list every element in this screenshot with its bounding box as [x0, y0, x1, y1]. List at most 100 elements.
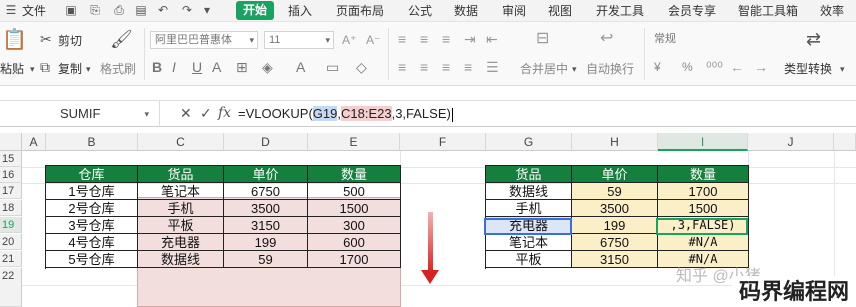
table-cell[interactable]: 5号仓库: [46, 251, 138, 268]
border-icon[interactable]: ⊞: [236, 60, 248, 74]
row-header-17[interactable]: 17: [0, 183, 22, 199]
table-cell[interactable]: 手机: [486, 200, 572, 217]
table-cell[interactable]: 300: [308, 217, 401, 234]
type-convert-button[interactable]: 类型转换: [784, 60, 832, 77]
col-header-c[interactable]: C: [138, 133, 224, 151]
col-header-i[interactable]: I: [658, 133, 748, 151]
fill-color-icon[interactable]: ◈: [262, 60, 273, 74]
format-painter-button[interactable]: 格式刷: [100, 60, 136, 77]
merge-center-button[interactable]: 合并居中: [520, 60, 568, 77]
table-cell[interactable]: 6750: [224, 183, 308, 200]
table-cell[interactable]: 500: [308, 183, 401, 200]
col-header-g[interactable]: G: [486, 133, 572, 151]
col-header-j[interactable]: J: [748, 133, 834, 151]
table-cell[interactable]: 600: [308, 234, 401, 251]
font-grow-icon[interactable]: A⁺: [342, 33, 356, 47]
distribute-icon[interactable]: ☰: [486, 60, 499, 74]
chevron-down-icon[interactable]: ▾: [30, 62, 35, 76]
table-header-cell[interactable]: 单价: [572, 166, 658, 183]
formula-input[interactable]: =VLOOKUP(G19,C18:E23,3,FALSE): [238, 101, 453, 127]
italic-icon[interactable]: I: [172, 60, 176, 74]
row-header-18[interactable]: 18: [0, 200, 22, 216]
merge-icon[interactable]: ⊟: [536, 31, 549, 47]
decrease-decimal-icon[interactable]: →: [754, 60, 768, 74]
indent-icon[interactable]: ⇥: [464, 32, 476, 46]
table-cell[interactable]: 59: [224, 251, 308, 268]
export-icon[interactable]: ⎘: [88, 3, 102, 17]
table-cell[interactable]: 平板: [138, 217, 224, 234]
table-cell[interactable]: 59: [572, 183, 658, 200]
table-cell[interactable]: 笔记本: [138, 183, 224, 200]
tab-smart-toolbox[interactable]: 智能工具箱: [738, 2, 798, 20]
strikethrough-icon[interactable]: A: [212, 60, 221, 74]
save-icon[interactable]: ▣: [64, 3, 78, 17]
table-cell[interactable]: 1500: [308, 200, 401, 217]
col-header-h[interactable]: H: [572, 133, 658, 151]
row-header-15[interactable]: 15: [0, 151, 22, 167]
col-header-k[interactable]: [834, 133, 856, 151]
row-header-22[interactable]: 22: [0, 268, 22, 307]
wrap-text-button[interactable]: 自动换行: [586, 60, 634, 77]
undo-icon[interactable]: ↶: [156, 3, 170, 17]
number-format-select[interactable]: 常规: [650, 31, 780, 49]
percent-button[interactable]: %: [682, 60, 693, 74]
col-header-e[interactable]: E: [308, 133, 400, 151]
table-cell[interactable]: 3150: [572, 251, 658, 268]
menu-icon[interactable]: ☰: [4, 3, 18, 17]
align-left-icon[interactable]: ≡: [398, 60, 406, 74]
table-header-cell[interactable]: 单价: [224, 166, 308, 183]
increase-decimal-icon[interactable]: ←: [730, 60, 744, 74]
wrap-icon[interactable]: ↩: [600, 31, 613, 47]
col-header-a[interactable]: A: [22, 133, 46, 151]
align-bottom-icon[interactable]: ≡: [442, 32, 450, 46]
align-right-icon[interactable]: ≡: [442, 60, 450, 74]
copy-icon[interactable]: ⧉: [40, 60, 50, 74]
table-cell[interactable]: 1号仓库: [46, 183, 138, 200]
thousands-icon[interactable]: ⁰⁰⁰: [706, 60, 723, 74]
col-header-f[interactable]: F: [400, 133, 486, 151]
table-cell[interactable]: 数据线: [486, 183, 572, 200]
table-cell[interactable]: 3500: [224, 200, 308, 217]
font-color-icon[interactable]: A: [296, 60, 305, 74]
row-header-20[interactable]: 20: [0, 234, 22, 250]
tab-member[interactable]: 会员专享: [668, 2, 716, 20]
tab-efficiency[interactable]: 效率: [820, 2, 844, 20]
align-middle-icon[interactable]: ≡: [420, 32, 428, 46]
row-header-19[interactable]: 19: [0, 217, 22, 233]
table-cell[interactable]: #N/A: [658, 234, 749, 251]
chevron-down-icon[interactable]: ▾: [572, 62, 577, 76]
tab-start[interactable]: 开始: [236, 1, 274, 20]
row-header-21[interactable]: 21: [0, 251, 22, 267]
table-cell[interactable]: 手机: [138, 200, 224, 217]
menu-file[interactable]: 文件: [22, 2, 46, 20]
print-icon[interactable]: ⎙: [112, 3, 126, 17]
tab-developer[interactable]: 开发工具: [596, 2, 644, 20]
table-cell[interactable]: 199: [224, 234, 308, 251]
scissors-icon[interactable]: ✂: [40, 32, 52, 46]
cut-button[interactable]: 剪切: [58, 32, 82, 49]
table-cell[interactable]: 1700: [658, 183, 749, 200]
table-cell[interactable]: 充电器: [138, 234, 224, 251]
table-header-cell[interactable]: 仓库: [46, 166, 138, 183]
table-cell[interactable]: 1500: [658, 200, 749, 217]
chevron-down-icon[interactable]: ▾: [86, 62, 91, 76]
underline-icon[interactable]: U: [192, 60, 202, 74]
tab-review[interactable]: 审阅: [502, 2, 526, 20]
highlight-icon[interactable]: ▭: [326, 60, 339, 74]
chevron-down-icon[interactable]: ▾: [200, 3, 214, 17]
font-shrink-icon[interactable]: A⁻: [366, 33, 380, 47]
table-cell[interactable]: 199: [572, 217, 658, 234]
paste-button[interactable]: 粘贴: [0, 60, 24, 77]
table-cell[interactable]: 3号仓库: [46, 217, 138, 234]
table-cell[interactable]: 2号仓库: [46, 200, 138, 217]
bold-icon[interactable]: B: [152, 60, 162, 74]
tab-view[interactable]: 视图: [548, 2, 572, 20]
col-header-b[interactable]: B: [46, 133, 138, 151]
tab-page-layout[interactable]: 页面布局: [336, 2, 384, 20]
paste-icon[interactable]: 📋: [2, 30, 27, 50]
table-header-cell[interactable]: 数量: [308, 166, 401, 183]
table-cell[interactable]: 3150: [224, 217, 308, 234]
outdent-icon[interactable]: ⇤: [486, 32, 498, 46]
font-name-select[interactable]: 阿里巴巴普惠体 ▾: [150, 31, 258, 49]
fx-icon[interactable]: fx: [218, 105, 231, 121]
